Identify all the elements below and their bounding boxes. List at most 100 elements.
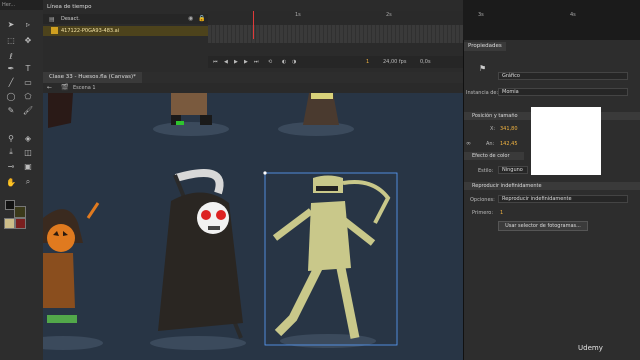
brush-tool-icon[interactable]: 🖌 <box>22 104 34 116</box>
eraser-tool-icon[interactable]: ◫ <box>22 146 34 158</box>
options-value: Reproducir indefinidamente <box>502 196 572 202</box>
layer-name: Desact. <box>61 16 80 22</box>
witch-base <box>47 315 77 323</box>
tools-panel: Her... ➤ ▹ ⬚ ✥ ℓ ✒ T ╱ ▭ ◯ ⬠ ✎ 🖌 ⚲ ◈ ⤓ ◫… <box>0 0 44 360</box>
instance-label: Instancia de: <box>466 90 499 96</box>
layer-icon <box>51 27 58 34</box>
pumpkin-head <box>47 224 75 252</box>
zoom-tool-icon[interactable]: ⌕ <box>22 176 34 188</box>
subselection-tool-icon[interactable]: ▹ <box>22 18 34 30</box>
ruler-label: 3s <box>478 12 484 18</box>
3d-rotation-tool-icon[interactable]: ✥ <box>22 34 34 46</box>
options-select[interactable]: Reproducir indefinidamente <box>498 195 628 203</box>
mummy-leg <box>274 265 323 337</box>
reaper-eye <box>201 210 211 220</box>
witch-hand <box>86 202 100 219</box>
play-icon[interactable]: ▶ <box>234 56 238 68</box>
line-tool-icon[interactable]: ╱ <box>5 76 17 88</box>
current-frame[interactable]: 1 <box>366 56 369 68</box>
timeline-controls: ⏮ ◀ ▶ ▶ ⏭ ⟲ ◐ ◑ 1 24,00 fps 0,0s <box>208 56 463 68</box>
character-shadow <box>43 336 103 350</box>
bone-tool-icon[interactable]: ⚲ <box>5 132 17 144</box>
symbol-type-select[interactable]: Gráfico <box>498 72 628 80</box>
character-shadow <box>153 122 229 136</box>
rectangle-tool-icon[interactable]: ▭ <box>22 76 34 88</box>
style-value: Ninguno <box>502 167 523 173</box>
document-tab[interactable]: Clase 33 - Huesos.fla (Canvas)* <box>43 72 142 83</box>
frames-grid[interactable] <box>208 25 463 43</box>
timeline-panel: Línea de tiempo ▤ ◉ 🔒 Desact. 417122-P0G… <box>43 0 576 72</box>
oval-tool-icon[interactable]: ◯ <box>5 90 17 102</box>
paint-bucket-tool-icon[interactable]: ◈ <box>22 132 34 144</box>
go-to-last-icon[interactable]: ⏭ <box>254 56 259 68</box>
camera-tool-icon[interactable]: ▣ <box>22 160 34 172</box>
color-effect-section[interactable]: Efecto de color <box>464 152 524 160</box>
mummy-leg <box>336 267 360 339</box>
witch-dress <box>43 253 75 308</box>
lasso-tool-icon[interactable]: ℓ <box>5 50 17 62</box>
back-arrow-icon[interactable]: ← <box>47 83 52 93</box>
text-tool-icon[interactable]: T <box>22 62 34 74</box>
instance-field[interactable]: Momia <box>498 88 628 96</box>
onion-outline-icon[interactable]: ◑ <box>292 56 296 68</box>
mummy-body <box>308 201 351 271</box>
character-legs <box>171 93 207 115</box>
scene-icon: 🎬 <box>61 84 69 91</box>
properties-panel: Propiedades ⚑ Gráfico Instancia de: Momi… <box>463 40 640 360</box>
tools-panel-header: Her... <box>0 0 43 10</box>
playhead[interactable] <box>253 11 254 39</box>
timeline-tab[interactable]: Línea de tiempo <box>43 3 96 12</box>
loop-icon[interactable]: ⟲ <box>268 56 272 68</box>
eyedropper-tool-icon[interactable]: ⤓ <box>5 146 17 158</box>
scene-label[interactable]: Escena 1 <box>73 83 96 93</box>
character-shadow <box>150 336 246 350</box>
swap-colors-icon[interactable] <box>4 218 15 229</box>
free-transform-tool-icon[interactable]: ⬚ <box>5 34 17 46</box>
default-colors-icon[interactable] <box>15 218 26 229</box>
polystar-tool-icon[interactable]: ⬠ <box>22 90 34 102</box>
hand-tool-icon[interactable]: ✋ <box>5 176 17 188</box>
style-label: Estilo: <box>478 168 494 174</box>
go-to-first-icon[interactable]: ⏮ <box>213 56 218 68</box>
mummy-arm <box>272 208 314 241</box>
step-forward-icon[interactable]: ▶ <box>244 56 248 68</box>
width-value[interactable]: 142,45 <box>500 141 518 147</box>
symbol-icon: ⚑ <box>479 64 487 73</box>
x-label: X: <box>490 126 496 132</box>
transform-point <box>263 171 267 175</box>
time-ruler[interactable]: 1s 2s 3s 4s <box>208 11 576 26</box>
fps-readout[interactable]: 24,00 fps <box>383 56 406 68</box>
mummy-bandage <box>342 180 391 224</box>
style-select[interactable]: Ninguno <box>498 166 528 174</box>
fill-color-swatch[interactable] <box>14 206 26 218</box>
onion-skin-icon[interactable]: ◐ <box>282 56 286 68</box>
step-back-icon[interactable]: ◀ <box>224 56 228 68</box>
ruler-label: 4s <box>570 12 576 18</box>
frame-picker-button[interactable]: Usar selector de fotogramas... <box>498 221 588 231</box>
reaper-teeth <box>208 226 220 230</box>
selection-tool-icon[interactable]: ➤ <box>5 18 17 30</box>
section-title: Reproducir indefinidamente <box>472 183 542 189</box>
mummy-eyes <box>316 186 338 191</box>
symbol-preview <box>531 107 601 175</box>
link-icon[interactable]: ∞ <box>466 140 471 147</box>
properties-tab[interactable]: Propiedades <box>464 42 506 51</box>
width-tool-icon[interactable]: ⊸ <box>5 160 17 172</box>
udemy-watermark: Udemy <box>578 344 603 352</box>
layer-row-selected[interactable]: 417122-P0GA93-483.ai <box>43 26 208 36</box>
pencil-tool-icon[interactable]: ✎ <box>5 104 17 116</box>
section-title: Posición y tamaño <box>472 113 518 119</box>
loop-section[interactable]: Reproducir indefinidamente <box>464 182 640 190</box>
character-sock <box>176 121 184 125</box>
pen-tool-icon[interactable]: ✒ <box>5 62 17 74</box>
reaper-eye <box>216 210 226 220</box>
ruler-label: 2s <box>386 12 392 18</box>
first-frame-value[interactable]: 1 <box>500 210 503 216</box>
layer-name: 417122-P0GA93-483.ai <box>61 28 120 34</box>
time-readout: 0,0s <box>420 59 431 65</box>
stage[interactable] <box>43 93 463 360</box>
stage-artwork <box>43 93 398 350</box>
layer-row-desact[interactable]: Desact. <box>43 14 208 24</box>
x-value[interactable]: 341,80 <box>500 126 518 132</box>
layers-empty-area <box>43 40 208 56</box>
